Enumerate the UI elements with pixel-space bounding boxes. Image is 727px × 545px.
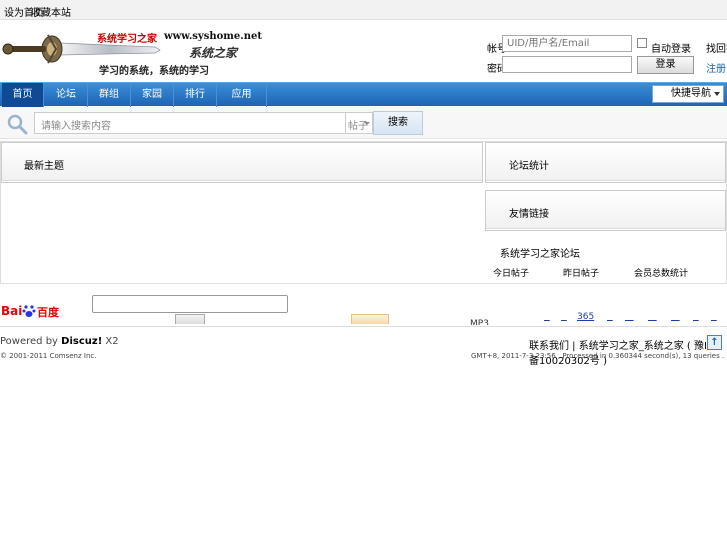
- search-input[interactable]: 请输入搜索内容: [34, 112, 346, 134]
- stats-member-count: 会员总数统计: [634, 269, 689, 279]
- nav-item-groups[interactable]: 群组: [88, 83, 131, 107]
- strip-link-365[interactable]: 365: [577, 312, 594, 322]
- auto-login-checkbox[interactable]: [637, 38, 647, 48]
- footer-divider: [0, 326, 727, 327]
- login-button[interactable]: 登录: [637, 56, 694, 74]
- panel-header: [2, 143, 482, 181]
- search-links-strip: 365: [544, 312, 724, 324]
- powered-by-text: Powered by: [0, 336, 62, 347]
- back-to-top-button[interactable]: ↑: [707, 335, 722, 350]
- chevron-down-icon: [364, 122, 370, 125]
- chevron-down-icon: [714, 92, 720, 96]
- baidu-search-button[interactable]: [175, 314, 205, 324]
- strip-link[interactable]: [544, 312, 550, 322]
- strip-link[interactable]: [561, 312, 567, 322]
- paw-icon: [22, 305, 36, 317]
- nav-item-home-space[interactable]: 家园: [131, 83, 174, 107]
- latest-topics-title: 最新主题: [24, 161, 64, 172]
- nav-item-ranking[interactable]: 排行: [174, 83, 217, 107]
- friend-links-title: 友情链接: [509, 209, 549, 220]
- discuz-link[interactable]: Discuz!: [61, 336, 102, 347]
- baidu-logo-bai: Bai: [1, 304, 23, 318]
- top-toolbar: 设为首页 收藏本站: [0, 0, 727, 20]
- strip-link[interactable]: [711, 312, 717, 322]
- forum-stats-panel: 论坛统计: [485, 142, 726, 183]
- search-button[interactable]: 搜索: [373, 111, 423, 135]
- footer-status: GMT+8, 2011-7-3 23:56 , Processed in 0.3…: [471, 352, 725, 360]
- powered-by: Powered by Discuz! X2: [0, 336, 119, 347]
- site-name-calligraphy: 系统之家: [189, 46, 238, 60]
- strip-link[interactable]: [607, 312, 613, 322]
- forum-stats-title: 论坛统计: [509, 161, 549, 172]
- friend-links-panel: 友情链接: [485, 190, 726, 231]
- stats-heading: 系统学习之家论坛: [500, 249, 580, 260]
- username-input[interactable]: [502, 35, 632, 52]
- auto-login-label: 自动登录: [651, 44, 691, 55]
- baidu-search-input[interactable]: [92, 295, 288, 313]
- bookmark-site-link[interactable]: 收藏本站: [31, 4, 71, 19]
- site-slogan: 学习的系统，系统的学习: [99, 66, 209, 77]
- password-input[interactable]: [502, 56, 632, 73]
- mp3-link[interactable]: MP3: [470, 319, 489, 325]
- register-link[interactable]: 注册: [706, 60, 726, 75]
- strip-link[interactable]: [625, 312, 634, 322]
- main-nav: 首页 论坛 群组 家园 排行 应用: [0, 82, 727, 107]
- nav-item-home[interactable]: 首页: [2, 83, 44, 107]
- strip-link[interactable]: [648, 312, 657, 322]
- forgot-password-link[interactable]: 找回密码: [706, 40, 727, 55]
- latest-topics-panel: 最新主题: [1, 142, 483, 183]
- site-name-red: 系统学习之家: [97, 34, 157, 45]
- site-domain: www.syshome.net: [164, 31, 262, 42]
- stats-yesterday-posts: 昨日帖子: [563, 269, 600, 279]
- nav-item-apps[interactable]: 应用: [217, 83, 267, 107]
- nav-item-forum[interactable]: 论坛: [45, 83, 88, 107]
- search-icon: [7, 114, 28, 135]
- strip-link[interactable]: [671, 312, 680, 322]
- strip-link[interactable]: [693, 312, 699, 322]
- baidu-logo-du: 百度: [37, 306, 59, 319]
- stats-today-posts: 今日帖子: [493, 269, 530, 279]
- copyright: © 2001-2011 Comsenz Inc.: [0, 352, 97, 360]
- version-text: X2: [102, 336, 119, 347]
- baidu-secondary-button[interactable]: [351, 314, 389, 324]
